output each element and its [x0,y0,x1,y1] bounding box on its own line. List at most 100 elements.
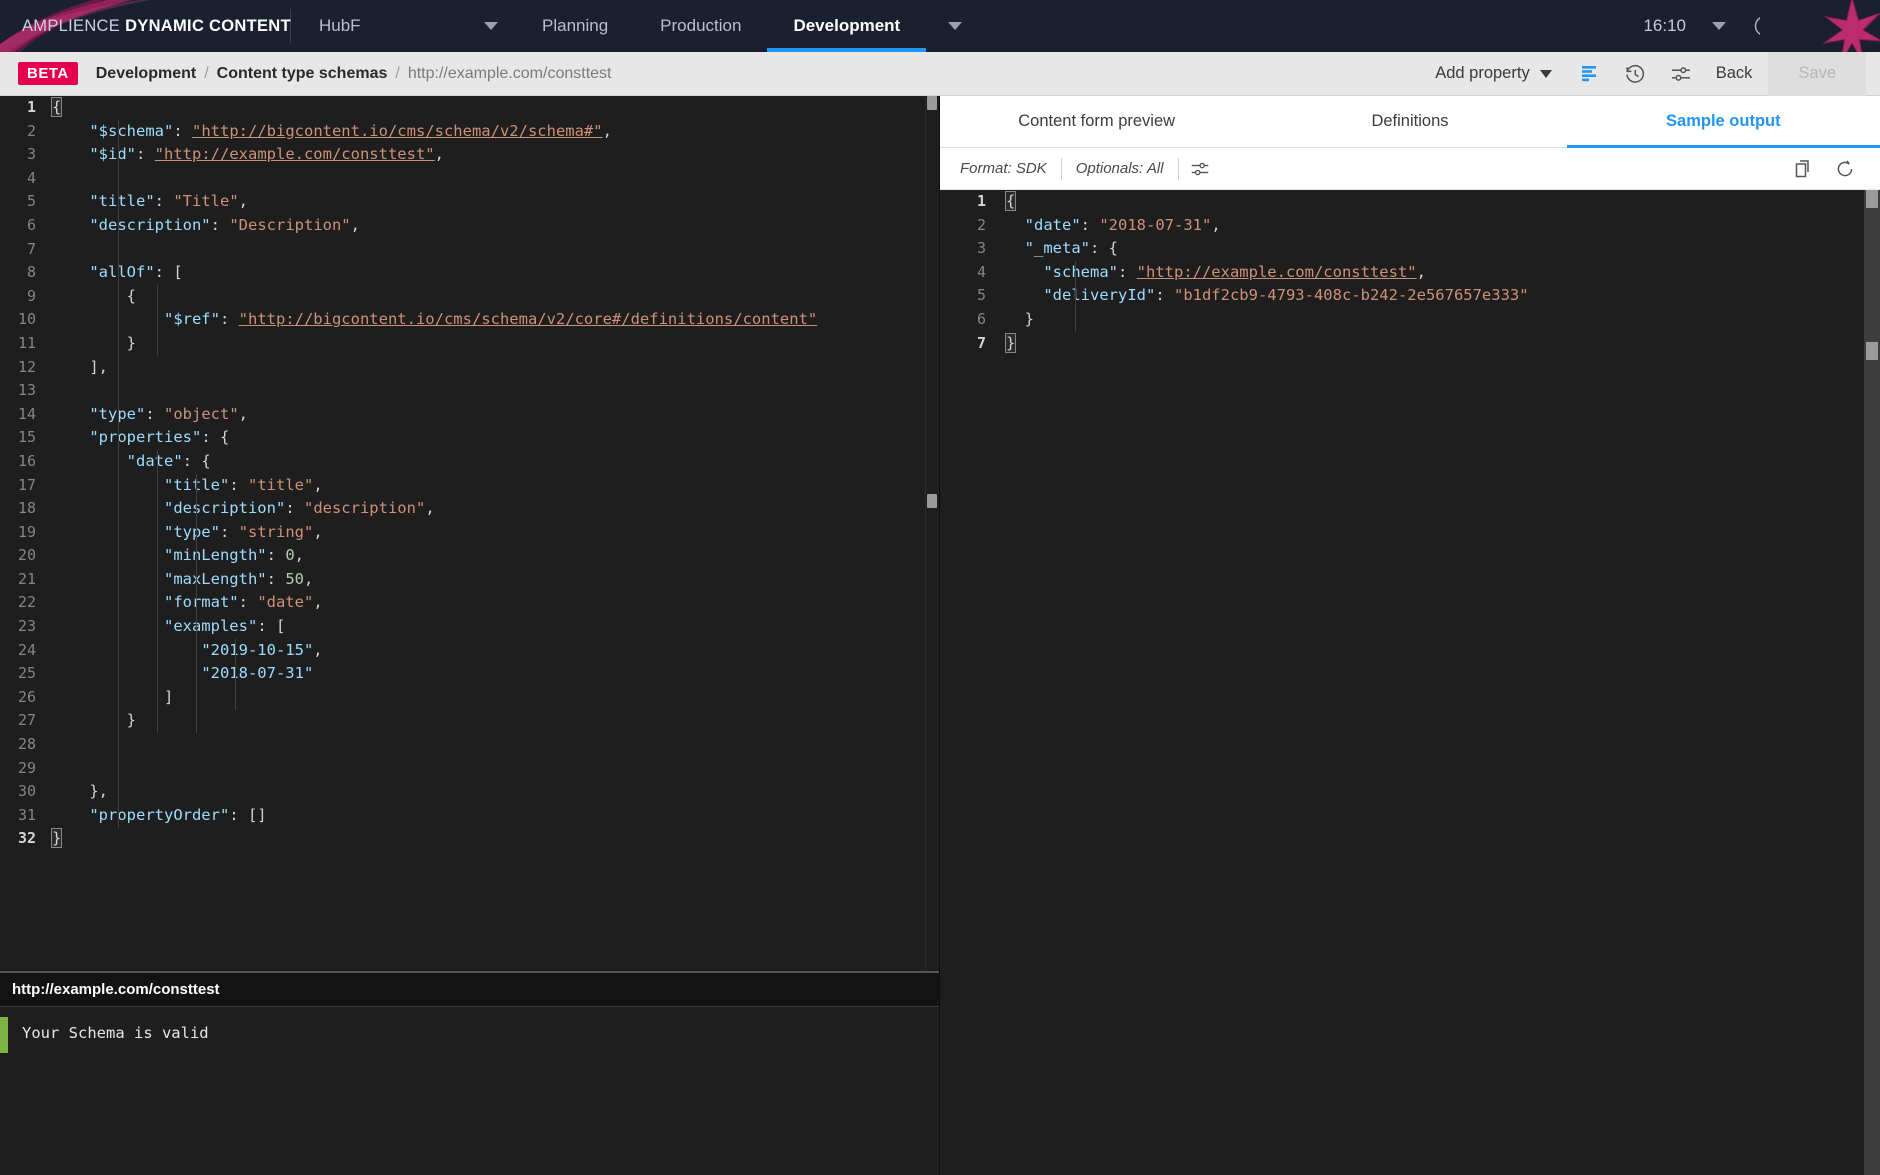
save-button[interactable]: Save [1768,51,1866,96]
code-line-text: } [52,332,939,356]
code-line: 30 }, [0,780,939,804]
nav-tab-planning[interactable]: Planning [516,0,634,52]
code-editor[interactable]: 1{2 "$schema": "http://bigcontent.io/cms… [0,96,939,971]
editor-scrollbar-thumb-top[interactable] [927,96,937,110]
editor-scrollbar[interactable] [925,96,939,971]
code-line-text: { [50,96,939,120]
sample-scrollbar-thumb[interactable] [1866,342,1878,360]
line-number: 19 [17,522,36,541]
regenerate-button[interactable] [1824,148,1866,190]
code-token: , [313,522,323,541]
code-line: 25 "2018-07-31" [0,662,939,686]
code-editor-content[interactable]: 1{2 "$schema": "http://bigcontent.io/cms… [0,96,939,851]
sample-scrollbar-thumb-top[interactable] [1866,190,1878,208]
code-token: : [219,522,239,541]
code-line: 3 "$id": "http://example.com/consttest", [0,143,939,167]
code-line-text: { [1004,190,1880,214]
code-token: "properties" [89,428,202,447]
format-document-button[interactable] [1566,52,1612,96]
line-number: 9 [26,286,36,305]
editor-settings-button[interactable] [1658,52,1704,96]
code-token: : { [1090,239,1118,258]
app-root: AMPLIENCE DYNAMIC CONTENT HubF Planning … [0,0,1880,1175]
editor-scrollbar-thumb[interactable] [927,494,937,508]
timezone-dropdown-button[interactable] [1696,0,1742,52]
action-bar: BETA Development / Content type schemas … [0,51,1880,96]
logout-button[interactable] [1834,0,1880,52]
code-line: 4 "schema": "http://example.com/consttes… [940,261,1880,285]
tab-definitions[interactable]: Definitions [1253,96,1566,147]
settings-button[interactable] [1788,0,1834,52]
code-line: 11 } [0,332,939,356]
line-number: 29 [17,758,36,777]
code-line-text: } [52,709,939,733]
nav-tabs-overflow-button[interactable] [926,0,984,52]
breadcrumb-item-development[interactable]: Development [96,65,196,83]
validation-status-accent [0,1017,8,1053]
code-line: 1{ [0,96,939,120]
tab-content-form-preview-label: Content form preview [1018,112,1176,130]
breadcrumb-item-current: http://example.com/consttest [407,64,612,82]
line-number: 22 [17,593,36,612]
sample-output-code[interactable]: 1{2 "date": "2018-07-31", 3 "_meta": {4 "… [940,190,1880,1175]
nav-tab-development[interactable]: Development [767,0,926,52]
optionals-selector[interactable]: Optionals: All [1062,160,1178,177]
breadcrumb: Development / Content type schemas / htt… [96,65,612,83]
hub-selector[interactable]: HubF [291,0,516,52]
code-line: 24 "2019-10-15", [0,639,939,663]
tab-content-form-preview[interactable]: Content form preview [940,96,1253,147]
code-token: : [ [257,617,286,636]
code-token: , [238,192,248,211]
sample-output-content[interactable]: 1{2 "date": "2018-07-31", 3 "_meta": {4 "… [940,190,1880,355]
line-number: 31 [17,805,36,824]
breadcrumb-separator: / [204,64,209,82]
format-indent-icon [1581,65,1596,81]
line-number: 4 [976,262,986,281]
add-property-button[interactable]: Add property [1421,64,1565,83]
code-token: "schema" [1043,262,1118,281]
validation-panel-body: Your Schema is valid [0,1007,939,1175]
code-token: "type" [163,522,220,541]
indent-guide [157,284,158,356]
code-line: 19 "type": "string", [0,521,939,545]
back-button[interactable]: Back [1704,64,1769,83]
validation-message: Your Schema is valid [22,1024,209,1042]
breadcrumb-item-content-type-schemas[interactable]: Content type schemas [217,65,388,83]
code-token: } [52,711,136,730]
line-number: 5 [26,192,36,211]
code-line: 2 "date": "2018-07-31", [940,214,1880,238]
code-line-text: { [52,285,939,309]
code-line: 2 "$schema": "http://bigcontent.io/cms/s… [0,120,939,144]
copy-button[interactable] [1782,148,1824,190]
line-number: 23 [17,617,36,636]
code-token: "b1df2cb9-4793-408c-b242-2e567657e333" [1173,286,1529,305]
line-number: 13 [17,381,36,400]
sliders-icon [1671,66,1690,81]
gear-icon [1802,17,1820,35]
code-token: "title" [247,475,314,494]
history-button[interactable] [1612,52,1658,96]
code-token: : [1117,262,1137,281]
code-token: "2018-07-31" [201,664,314,683]
sample-settings-button[interactable] [1179,148,1221,190]
line-number: 21 [17,569,36,588]
code-line-text: "format": "date", [52,591,939,615]
code-line-text: "allOf": [ [52,261,939,285]
line-number: 32 [17,829,36,848]
help-button[interactable]: ? [1742,0,1788,52]
code-token: "_meta" [1024,239,1090,258]
code-token: "string" [238,522,314,541]
format-selector[interactable]: Format: SDK [960,160,1061,177]
sample-scrollbar[interactable] [1864,190,1880,1175]
code-token: , [313,593,323,612]
validation-panel-header: http://example.com/consttest [0,973,939,1007]
tab-sample-output[interactable]: Sample output [1566,96,1880,148]
code-token: , [313,475,323,494]
nav-tab-production[interactable]: Production [634,0,767,52]
